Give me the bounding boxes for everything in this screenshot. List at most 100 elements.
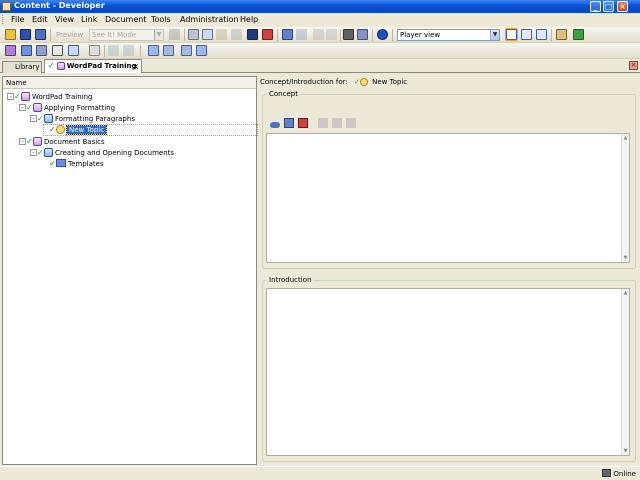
outdent-icon[interactable]	[326, 29, 337, 40]
layout-vertical-icon[interactable]	[536, 29, 547, 40]
link-icon[interactable]	[270, 122, 280, 128]
collapse-icon[interactable]: -	[19, 138, 26, 145]
demote-icon[interactable]	[196, 45, 207, 56]
check-icon: ✓	[26, 137, 33, 146]
minimize-button[interactable]: _	[590, 1, 601, 12]
toolbar-separator	[140, 45, 141, 57]
document-icon[interactable]	[346, 118, 356, 128]
cut-icon[interactable]	[188, 29, 199, 40]
tree-item-selected[interactable]: ✓ New Topic	[49, 124, 108, 135]
tab-library[interactable]: Library	[2, 61, 42, 73]
document-icon	[56, 159, 66, 167]
tree-item[interactable]: ✓ Templates	[49, 158, 104, 169]
tree-item[interactable]: - ✓ Applying Formatting	[19, 102, 115, 113]
menu-tools[interactable]: Tools	[151, 15, 171, 24]
tree-item[interactable]: - ✓ Document Basics	[19, 136, 105, 147]
toolbar-separator	[50, 29, 51, 41]
scroll-up-icon[interactable]: ▲	[622, 134, 629, 142]
column-header[interactable]: Name	[3, 77, 256, 89]
introduction-scrollbar[interactable]: ▲ ▼	[621, 289, 629, 455]
connection-status: Online	[602, 469, 636, 478]
undo-icon[interactable]	[282, 29, 293, 40]
question-icon[interactable]	[68, 45, 79, 56]
tree-item[interactable]: - ✓ WordPad Training	[7, 91, 92, 102]
tab-wordpad-training[interactable]: ✓ WordPad Training ×	[44, 59, 142, 73]
settings-icon[interactable]	[89, 45, 100, 56]
help-icon[interactable]	[377, 29, 388, 40]
layout-single-icon[interactable]	[505, 28, 518, 41]
window-title: Content - Developer	[14, 1, 105, 10]
close-icon[interactable]: ×	[629, 61, 638, 70]
tree-item[interactable]: - ✓ Formatting Paragraphs	[30, 113, 135, 124]
collapse-icon[interactable]: -	[19, 104, 26, 111]
scroll-down-icon[interactable]: ▼	[622, 254, 629, 262]
add-package-icon[interactable]	[284, 118, 294, 128]
pencil-icon[interactable]	[318, 118, 328, 128]
arrow-right-icon[interactable]	[108, 45, 119, 56]
remove-link-icon[interactable]	[298, 118, 308, 128]
toolbar-separator	[392, 29, 393, 41]
toolbar-separator	[551, 29, 552, 41]
delete-icon[interactable]	[231, 29, 242, 40]
module-icon	[21, 92, 30, 101]
move-up-icon[interactable]	[148, 45, 159, 56]
view-mode-combo[interactable]: Player view ▼	[397, 29, 500, 41]
refresh-icon[interactable]	[573, 29, 584, 40]
close-icon[interactable]: ×	[132, 61, 139, 73]
scroll-up-icon[interactable]: ▲	[622, 289, 629, 297]
new-section-icon[interactable]	[21, 45, 32, 56]
move-down-icon[interactable]	[163, 45, 174, 56]
new-module-icon[interactable]	[5, 45, 16, 56]
edit-topic-icon[interactable]	[52, 45, 63, 56]
menu-document[interactable]: Document	[105, 15, 146, 24]
introduction-editor[interactable]: ▲ ▼	[266, 288, 630, 456]
check-icon: ✓	[37, 148, 44, 157]
redo-icon[interactable]	[296, 29, 307, 40]
menu-link[interactable]: Link	[81, 15, 97, 24]
outline-pane: Name - ✓ WordPad Training - ✓ Applying Forma…	[2, 76, 258, 465]
menu-view[interactable]: View	[55, 15, 74, 24]
publish-icon[interactable]	[556, 29, 567, 40]
save-all-icon[interactable]	[35, 29, 46, 40]
collapse-icon[interactable]: -	[30, 149, 37, 156]
indent-icon[interactable]	[313, 29, 324, 40]
menu-edit[interactable]: Edit	[32, 15, 48, 24]
maximize-button[interactable]: □	[603, 1, 614, 12]
standard-toolbar: Preview See It! Mode ▼ Player view ▼	[0, 27, 640, 43]
binoculars-icon[interactable]	[343, 29, 354, 40]
find-icon[interactable]	[262, 29, 273, 40]
module-icon	[56, 62, 65, 70]
arrow-down-icon[interactable]	[123, 45, 134, 56]
tree-item-label: Document Basics	[44, 138, 105, 146]
spell-check-icon[interactable]	[357, 29, 368, 40]
promote-icon[interactable]	[181, 45, 192, 56]
collapse-icon[interactable]: -	[30, 115, 37, 122]
save-icon[interactable]	[20, 29, 31, 40]
tree-item-label: Templates	[68, 160, 104, 168]
copy-icon[interactable]	[202, 29, 213, 40]
tree-item-label: Creating and Opening Documents	[55, 149, 175, 157]
collapse-icon[interactable]: -	[7, 93, 14, 100]
menu-help[interactable]: Help	[240, 15, 258, 24]
menu-file[interactable]: File	[11, 15, 24, 24]
module-icon	[33, 137, 42, 146]
close-button[interactable]: ×	[617, 1, 628, 12]
concept-scrollbar[interactable]: ▲ ▼	[621, 134, 629, 262]
toolbar-separator	[184, 29, 185, 41]
tree-item[interactable]: - ✓ Creating and Opening Documents	[30, 147, 174, 158]
layout-horizontal-icon[interactable]	[521, 29, 532, 40]
open-folder-icon[interactable]	[5, 29, 16, 40]
menu-administration[interactable]: Administration	[180, 15, 239, 24]
concept-editor[interactable]: ▲ ▼	[266, 133, 630, 263]
preview-button[interactable]: Preview	[56, 29, 83, 41]
record-icon[interactable]	[169, 29, 180, 40]
tree-item-label: New Topic	[65, 125, 108, 135]
chevron-down-icon: ▼	[490, 30, 499, 40]
properties-icon[interactable]	[247, 29, 258, 40]
new-topic-icon[interactable]	[36, 45, 47, 56]
paste-icon[interactable]	[216, 29, 227, 40]
scroll-down-icon[interactable]: ▼	[622, 447, 629, 455]
mode-combo[interactable]: See It! Mode ▼	[89, 29, 164, 41]
status-text: Online	[613, 470, 636, 478]
gear-icon[interactable]	[332, 118, 342, 128]
